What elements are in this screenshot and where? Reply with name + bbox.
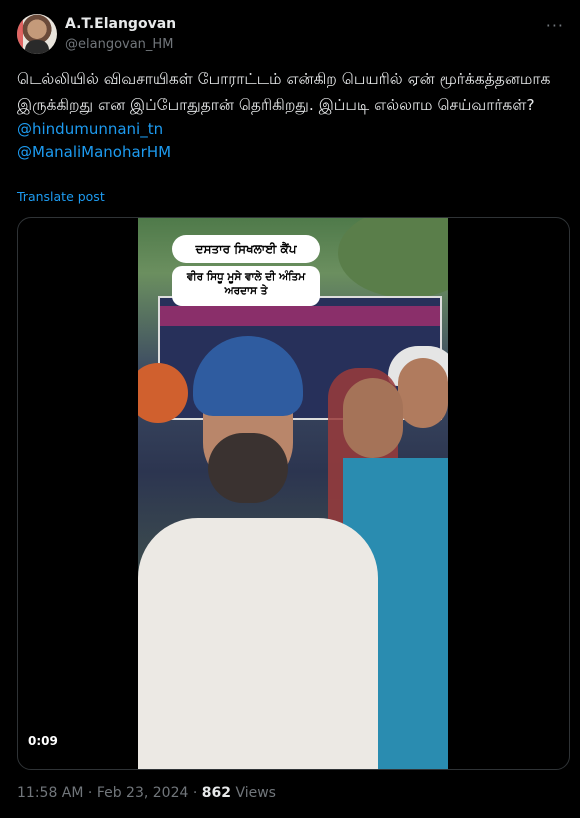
person-right-head [343,378,403,458]
meta-separator: · [87,785,93,801]
video-player[interactable]: ਦਸਤਾਰ ਸਿਖਲਾਈ ਕੈਂਪ ਵੀਰ ਸਿਧੂ ਮੂਸੇ ਵਾਲੇ ਦੀ … [17,217,570,770]
author-avatar[interactable] [17,14,57,54]
video-timestamp: 0:09 [28,734,58,748]
author-name[interactable]: A.T.Elangovan [65,16,176,32]
video-frame[interactable]: ਦਸਤਾਰ ਸਿਖਲਾਈ ਕੈਂਪ ਵੀਰ ਸਿਧੂ ਮੂਸੇ ਵਾਲੇ ਦੀ … [138,218,448,769]
background-tree [338,218,448,298]
person-main-body [138,518,378,769]
mention-link-hindumunnani[interactable]: @hindumunnani_tn [17,118,569,141]
post-header: A.T.Elangovan @elangovan_HM ··· [17,14,564,58]
views-label: Views [235,785,276,801]
mention-link-manalimanohar[interactable]: @ManaliManoharHM [17,141,569,164]
post-date[interactable]: Feb 23, 2024 [97,785,189,801]
post-text: டெல்லியில் விவசாயிகள் போராட்டம் என்கிற ப… [17,70,551,114]
translate-post-link[interactable]: Translate post [17,189,105,204]
author-handle[interactable]: @elangovan_HM [65,37,173,52]
avatar-stripe [17,14,23,54]
person-main-beard [208,433,288,503]
post-body: டெல்லியில் விவசாயிகள் போராட்டம் என்கிற ப… [17,66,569,164]
video-caption-subtitle: ਵੀਰ ਸਿਧੂ ਮੂਸੇ ਵਾਲੇ ਦੀ ਅੰਤਿਮ ਅਰਦਾਸ ਤੇ [172,266,320,306]
meta-separator-2: · [192,785,198,801]
avatar-shirt [25,40,49,54]
person-far-head [398,358,448,428]
post-meta: 11:58 AM · Feb 23, 2024 · 862 Views [17,785,276,801]
post-time[interactable]: 11:58 AM [17,785,83,801]
video-caption-title: ਦਸਤਾਰ ਸਿਖਲਾਈ ਕੈਂਪ [172,235,320,263]
views-count: 862 [201,785,231,801]
more-horizontal-icon[interactable]: ··· [546,16,564,35]
